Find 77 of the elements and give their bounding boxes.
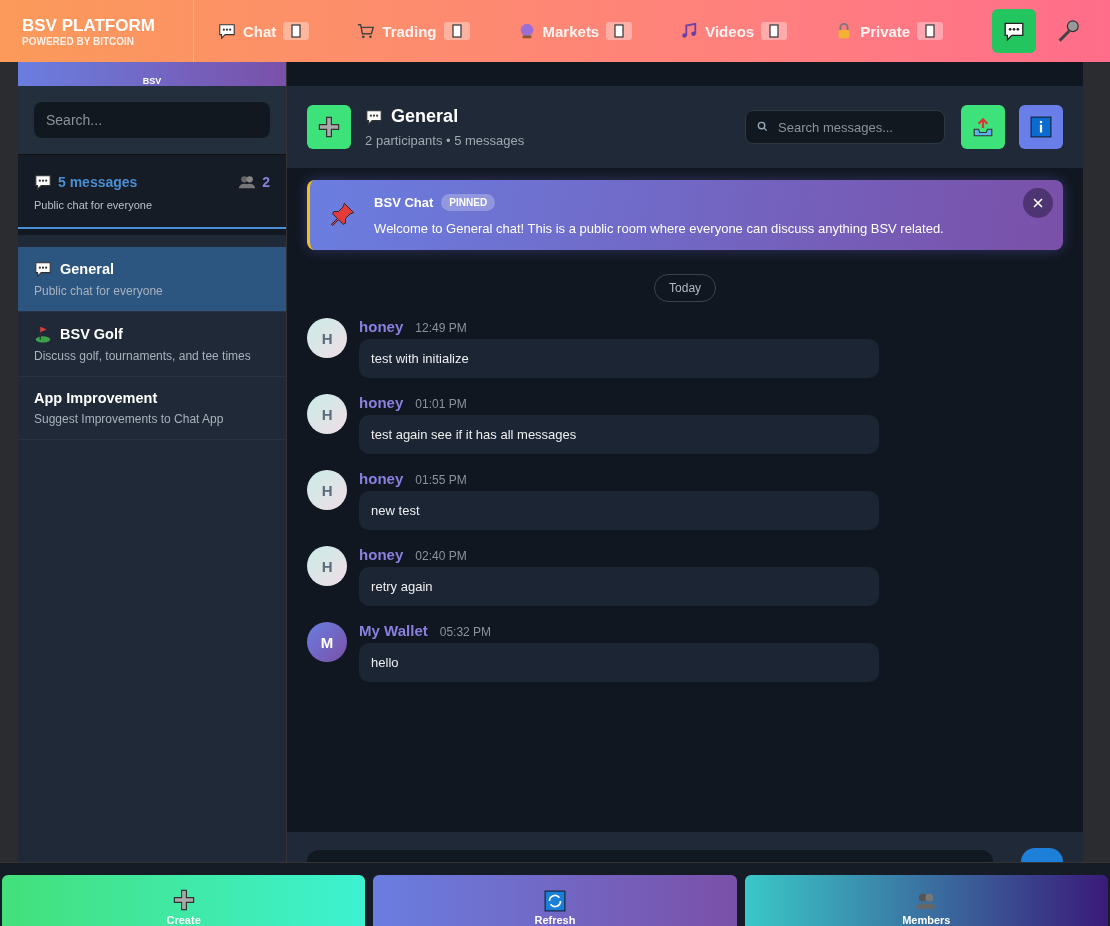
message-time: 02:40 PM	[415, 549, 467, 563]
pushpin-icon	[328, 201, 357, 229]
room-name: BSV Golf	[60, 326, 123, 342]
people-icon	[238, 173, 257, 191]
room-item[interactable]: General Public chat for everyone	[18, 247, 287, 312]
page-icon	[443, 22, 470, 40]
close-button[interactable]	[1023, 188, 1054, 218]
nav-tab[interactable]: Markets	[493, 16, 657, 46]
message-time: 05:32 PM	[439, 625, 492, 639]
nav-tab[interactable]: Chat	[194, 16, 334, 46]
music-note-icon	[680, 22, 699, 40]
pinned-author: BSV Chat	[374, 195, 434, 210]
message-author: My Wallet	[359, 622, 428, 639]
close-icon	[1032, 197, 1045, 209]
page-icon	[917, 22, 944, 40]
avatar: M	[307, 622, 348, 662]
avatar: H	[307, 546, 348, 586]
pinned-text: Welcome to General chat! This is a public room where everyone can discuss anything BSV related.	[374, 221, 945, 236]
room-description: Discuss golf, tournaments, and tee times	[34, 349, 252, 363]
message-bubble: test again see if it has all messages	[359, 415, 880, 454]
page-icon	[606, 22, 633, 40]
message-author: honey	[359, 546, 404, 563]
message-time: 01:01 PM	[415, 397, 467, 411]
golf-flag-icon	[34, 325, 52, 343]
room-description: Public chat for everyone	[34, 284, 164, 298]
info-button[interactable]	[1019, 105, 1064, 149]
message-bubble: new test	[359, 491, 880, 530]
member-count: 2	[262, 174, 271, 190]
message-author: honey	[359, 318, 404, 335]
brand-title: BSV PLATFORM	[22, 15, 156, 36]
speech-bubble-icon	[1003, 20, 1025, 42]
add-button[interactable]	[307, 105, 352, 149]
room-description: Suggest Improvements to Chat App	[34, 412, 225, 426]
pinned-badge: PINNED	[441, 194, 496, 211]
action-button[interactable]: Members	[744, 875, 1108, 926]
speech-bubble-icon	[365, 107, 384, 126]
room-meta: 2 participants • 5 messages	[365, 133, 525, 148]
room-item[interactable]: App Improvement Suggest Improvements to Chat App	[18, 377, 287, 440]
message-time: 01:55 PM	[415, 473, 467, 487]
plus-icon	[317, 115, 342, 139]
room-item[interactable]: BSV Golf Discuss golf, tournaments, and tee times	[18, 312, 287, 377]
info-icon	[1030, 116, 1053, 138]
cart-icon	[357, 22, 376, 40]
upload-button[interactable]	[961, 105, 1006, 149]
search-field[interactable]: Search...	[34, 102, 271, 138]
refresh-icon	[544, 890, 566, 912]
action-button[interactable]: Refresh	[373, 875, 737, 926]
speech-bubble-icon	[34, 173, 52, 191]
send-button[interactable]	[1021, 848, 1064, 862]
page-icon	[761, 22, 788, 40]
avatar: H	[307, 470, 348, 510]
page-icon	[283, 22, 310, 40]
action-button[interactable]: Create	[2, 875, 366, 926]
room-name: App Improvement	[34, 390, 158, 406]
message-bubble: retry again	[359, 567, 880, 606]
message-time: 12:49 PM	[415, 321, 467, 335]
brand-subtitle: POWERED BY BITCOIN	[22, 35, 136, 47]
avatar: H	[307, 394, 348, 434]
speech-bubble-icon	[218, 22, 236, 40]
banner-label: BSV	[142, 76, 162, 86]
room-name: General	[60, 261, 114, 277]
speech-bubble-icon	[34, 260, 52, 278]
room-description: Public chat for everyone	[34, 199, 153, 211]
avatar: H	[307, 318, 348, 358]
message-author: honey	[359, 470, 404, 487]
message-author: honey	[359, 394, 404, 411]
plus-icon	[171, 888, 196, 912]
message-bubble: test with initialize	[359, 339, 880, 378]
nav-tab[interactable]: Videos	[656, 16, 812, 46]
upload-tray-icon	[972, 116, 995, 138]
room-title: General	[391, 106, 459, 127]
chat-button[interactable]	[992, 9, 1036, 53]
nav-tab[interactable]: Trading	[333, 16, 494, 46]
message-bubble: hello	[359, 643, 880, 682]
message-search-field[interactable]: Search messages...	[745, 110, 946, 144]
message-count: 5 messages	[58, 174, 138, 190]
nav-tab[interactable]: Private	[811, 16, 968, 46]
